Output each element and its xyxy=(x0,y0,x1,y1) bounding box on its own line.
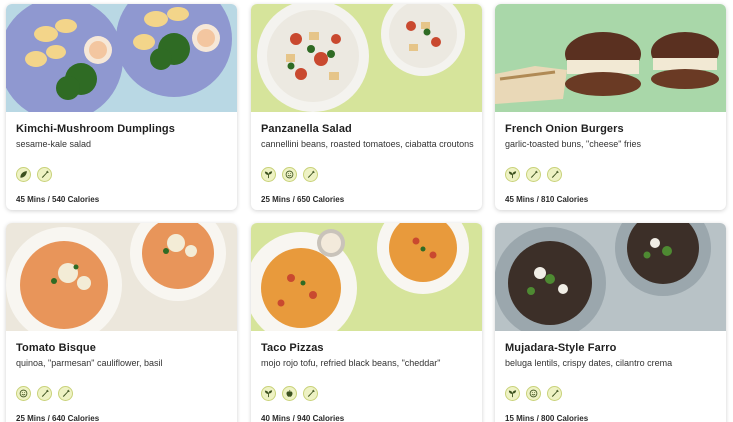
recipe-time-calories: 40 Mins / 940 Calories xyxy=(261,414,345,422)
sprout-icon xyxy=(261,386,276,401)
carrot-icon xyxy=(37,167,52,182)
recipe-photo[interactable] xyxy=(251,223,482,331)
recipe-photo[interactable] xyxy=(6,223,237,331)
carrot-icon xyxy=(303,386,318,401)
recipe-subtitle: sesame-kale salad xyxy=(16,139,92,149)
carrot-icon xyxy=(547,386,562,401)
recipe-title[interactable]: Tomato Bisque xyxy=(16,342,229,355)
recipe-tags xyxy=(505,386,562,401)
recipe-card-taco-pizzas[interactable]: Taco Pizzas mojo rojo tofu, refried blac… xyxy=(251,223,482,422)
recipe-title[interactable]: Panzanella Salad xyxy=(261,123,474,136)
recipe-title[interactable]: Mujadara-Style Farro xyxy=(505,342,718,355)
recipe-tags xyxy=(261,167,318,182)
recipe-title[interactable]: Kimchi-Mushroom Dumplings xyxy=(16,123,229,136)
recipe-title[interactable]: French Onion Burgers xyxy=(505,123,718,136)
recipe-time-calories: 25 Mins / 650 Calories xyxy=(261,195,345,204)
recipe-card-kimchi-mushroom-dumplings[interactable]: Kimchi-Mushroom Dumplings sesame-kale sa… xyxy=(6,4,237,210)
recipe-card-panzanella-salad[interactable]: Panzanella Salad cannellini beans, roast… xyxy=(251,4,482,210)
recipe-tags xyxy=(505,167,562,182)
recipe-tags xyxy=(261,386,318,401)
recipe-time-calories: 45 Mins / 810 Calories xyxy=(505,195,589,204)
recipe-card-tomato-bisque[interactable]: Tomato Bisque quinoa, "parmesan" caulifl… xyxy=(6,223,237,422)
carrot-icon xyxy=(37,386,52,401)
recipe-title[interactable]: Taco Pizzas xyxy=(261,342,474,355)
sprout-icon xyxy=(261,167,276,182)
recipe-time-calories: 25 Mins / 640 Calories xyxy=(16,414,100,422)
sprout-icon xyxy=(505,167,520,182)
recipe-subtitle: mojo rojo tofu, refried black beans, "ch… xyxy=(261,358,441,368)
recipe-subtitle: garlic-toasted buns, "cheese" fries xyxy=(505,139,641,149)
recipe-tags xyxy=(16,167,52,182)
carrot-icon xyxy=(547,167,562,182)
recipe-photo[interactable] xyxy=(495,223,726,331)
leaf-icon xyxy=(16,167,31,182)
smile-icon xyxy=(526,386,541,401)
recipe-card-mujadara-style-farro[interactable]: Mujadara-Style Farro beluga lentils, cri… xyxy=(495,223,726,422)
recipe-subtitle: cannellini beans, roasted tomatoes, ciab… xyxy=(261,139,474,149)
carrot-icon xyxy=(58,386,73,401)
carrot-icon xyxy=(303,167,318,182)
recipe-photo[interactable] xyxy=(251,4,482,112)
recipe-card-french-onion-burgers[interactable]: French Onion Burgers garlic-toasted buns… xyxy=(495,4,726,210)
carrot-icon xyxy=(526,167,541,182)
recipe-photo[interactable] xyxy=(495,4,726,112)
recipe-grid: Kimchi-Mushroom Dumplings sesame-kale sa… xyxy=(6,4,728,422)
recipe-photo[interactable] xyxy=(6,4,237,112)
recipe-time-calories: 15 Mins / 800 Calories xyxy=(505,414,589,422)
recipe-subtitle: quinoa, "parmesan" cauliflower, basil xyxy=(16,358,163,368)
recipe-subtitle: beluga lentils, crispy dates, cilantro c… xyxy=(505,358,673,368)
sprout-icon xyxy=(505,386,520,401)
smile-icon xyxy=(282,167,297,182)
apple-icon xyxy=(282,386,297,401)
recipe-tags xyxy=(16,386,73,401)
smile-icon xyxy=(16,386,31,401)
recipe-time-calories: 45 Mins / 540 Calories xyxy=(16,195,100,204)
